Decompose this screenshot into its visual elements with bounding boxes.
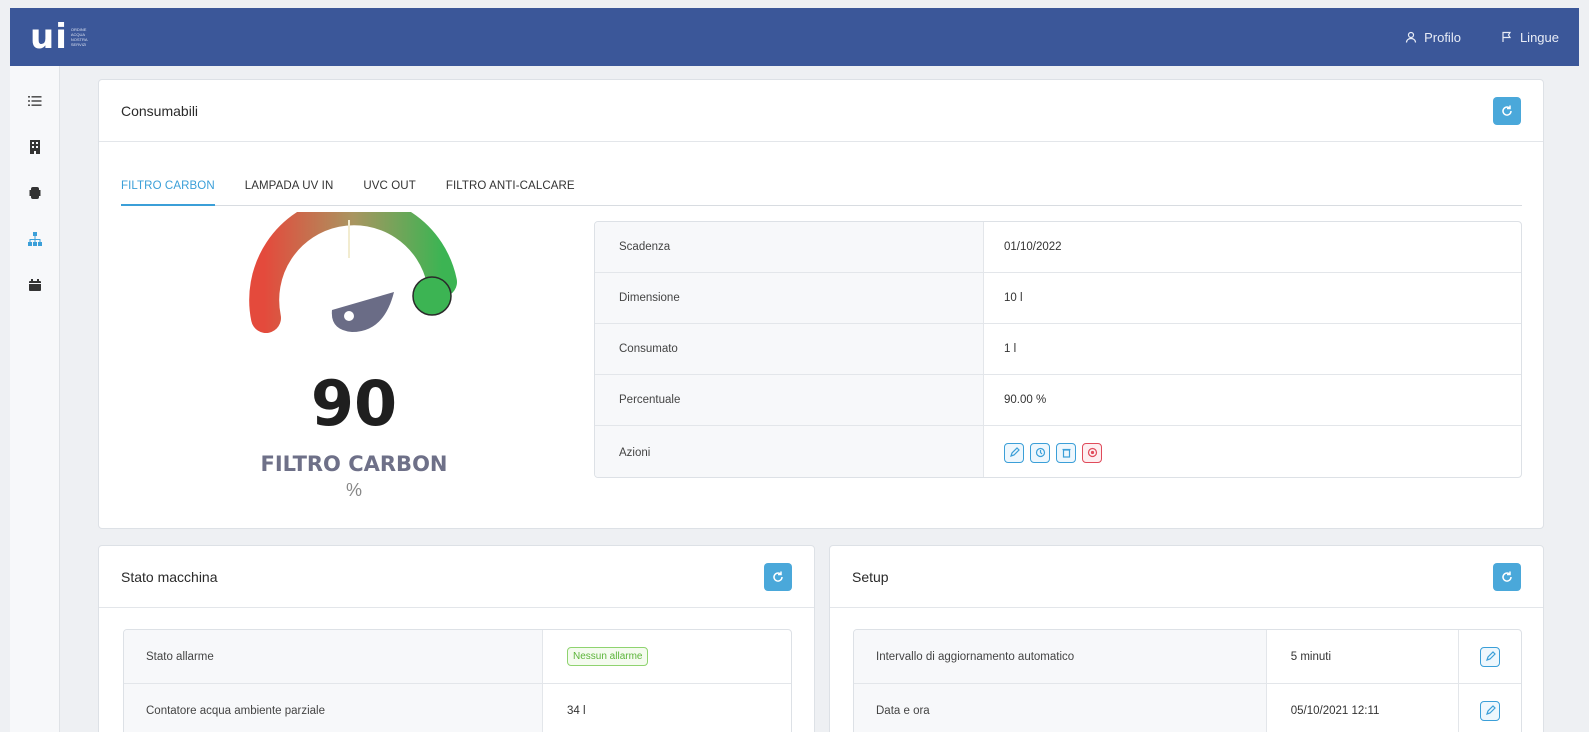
tab-uvc-out[interactable]: UVC OUT (363, 172, 415, 206)
row-key: Stato allarme (124, 630, 543, 683)
gauge-knob (412, 276, 452, 316)
stop-icon (1087, 447, 1097, 458)
gauge-value: 90 (310, 367, 398, 440)
row-value: Nessun allarme (543, 630, 649, 683)
setup-card: Setup Intervallo di aggiornamento automa… (829, 545, 1544, 732)
edit-cell (1459, 630, 1521, 683)
edit-button[interactable] (1004, 442, 1024, 463)
calendar-icon (28, 279, 41, 291)
stop-button[interactable] (1082, 442, 1102, 463)
row-value: 05/10/2021 12:11 (1267, 684, 1460, 732)
building-icon (29, 140, 40, 154)
gauge-label: FILTRO CARBON (260, 452, 448, 476)
tab-filtro-anti-calcare[interactable]: FILTRO ANTI-CALCARE (446, 172, 575, 206)
app-logo[interactable]: ui ORDINE ACQUA NOSTRA SERVIZI (30, 20, 88, 54)
refresh-icon (1502, 105, 1512, 116)
row-value: 1 l (1004, 343, 1017, 355)
edit-icon (1009, 447, 1020, 457)
sidebar-item-list[interactable] (10, 78, 60, 124)
tab-filtro-carbon[interactable]: FILTRO CARBON (121, 172, 215, 206)
edit-button[interactable] (1480, 700, 1501, 721)
gauge-unit: % (345, 480, 362, 500)
row-value: 5 minuti (1267, 630, 1460, 683)
language-link[interactable]: Lingue (1501, 30, 1559, 45)
sidebar-item-calendar[interactable] (10, 262, 60, 308)
row-key: Scadenza (595, 222, 984, 272)
consumabili-card: Consumabili FILTRO CARBON LAMPADA UV IN … (98, 79, 1544, 529)
tab-bar: FILTRO CARBON LAMPADA UV IN UVC OUT FILT… (121, 172, 1522, 206)
consumable-info-table: Scadenza 01/10/2022 Dimensione 10 l Cons… (594, 221, 1522, 478)
row-key: Consumato (595, 324, 984, 374)
refresh-button[interactable] (1493, 562, 1521, 591)
setup-table: Intervallo di aggiornamento automatico 5… (853, 629, 1522, 732)
table-row: Contatore acqua ambiente parziale 34 l (124, 684, 791, 732)
table-row: Dimensione 10 l (595, 273, 1521, 324)
table-row: Intervallo di aggiornamento automatico 5… (854, 630, 1521, 684)
reset-icon (1035, 447, 1045, 458)
gauge: 90 FILTRO CARBON % (234, 195, 474, 512)
refresh-button[interactable] (764, 562, 792, 591)
row-value: 90.00 % (1004, 394, 1047, 406)
sidebar-item-network[interactable] (10, 216, 60, 262)
edit-cell (1459, 684, 1521, 732)
reset-button[interactable] (1030, 442, 1050, 463)
row-key: Dimensione (595, 273, 984, 323)
language-label: Lingue (1519, 29, 1559, 45)
row-value: 34 l (567, 704, 586, 717)
row-key: Intervallo di aggiornamento automatico (854, 630, 1267, 683)
table-row: Percentuale 90.00 % (595, 375, 1521, 426)
sidebar-item-building[interactable] (10, 124, 60, 170)
card-header: Stato macchina (99, 546, 814, 608)
delete-button[interactable] (1056, 442, 1076, 463)
row-value: 01/10/2022 (1004, 241, 1062, 253)
user-icon (1405, 31, 1417, 43)
gauge-pivot (344, 311, 354, 321)
card-title: Stato macchina (121, 568, 218, 585)
gauge-dial (249, 195, 457, 333)
edit-icon (1485, 651, 1496, 661)
list-icon (27, 96, 41, 106)
actions-cell (984, 426, 1521, 477)
tab-lampada-uv-in[interactable]: LAMPADA UV IN (245, 172, 334, 206)
sidebar-item-device[interactable] (10, 170, 60, 216)
refresh-button[interactable] (1493, 96, 1521, 125)
table-row: Azioni (595, 426, 1521, 477)
card-title: Setup (852, 568, 889, 585)
row-value: 10 l (1004, 292, 1023, 304)
gauge-needle (331, 292, 394, 332)
profile-link[interactable]: Profilo (1405, 30, 1461, 45)
top-bar: ui ORDINE ACQUA NOSTRA SERVIZI Profilo L… (10, 8, 1579, 66)
delete-icon (1062, 448, 1070, 458)
edit-icon (1485, 705, 1496, 715)
table-row: Scadenza 01/10/2022 (595, 222, 1521, 273)
table-row: Data e ora 05/10/2021 12:11 (854, 684, 1521, 732)
sidebar (10, 66, 60, 732)
device-icon (29, 187, 40, 199)
card-header: Setup (830, 546, 1543, 608)
refresh-icon (1502, 571, 1512, 582)
card-title: Consumabili (121, 102, 199, 119)
row-key: Azioni (595, 426, 984, 477)
card-header: Consumabili (99, 80, 1543, 142)
stato-macchina-card: Stato macchina Stato allarme Nessun alla… (98, 545, 815, 732)
row-key: Percentuale (595, 375, 984, 425)
row-key: Data e ora (854, 684, 1267, 732)
refresh-icon (773, 571, 783, 582)
status-badge: Nessun allarme (567, 647, 649, 666)
edit-button[interactable] (1480, 646, 1501, 667)
flag-icon (1502, 31, 1512, 42)
table-row: Consumato 1 l (595, 324, 1521, 375)
network-icon (27, 232, 42, 246)
logo-text: ui (30, 17, 68, 57)
table-row: Stato allarme Nessun allarme (124, 630, 791, 684)
row-key: Contatore acqua ambiente parziale (124, 684, 543, 732)
stato-table: Stato allarme Nessun allarme Contatore a… (123, 629, 792, 732)
profile-label: Profilo (1424, 29, 1461, 45)
logo-sub-line: SERVIZI (70, 42, 87, 47)
logo-subtitle: ORDINE ACQUA NOSTRA SERVIZI (71, 27, 88, 47)
